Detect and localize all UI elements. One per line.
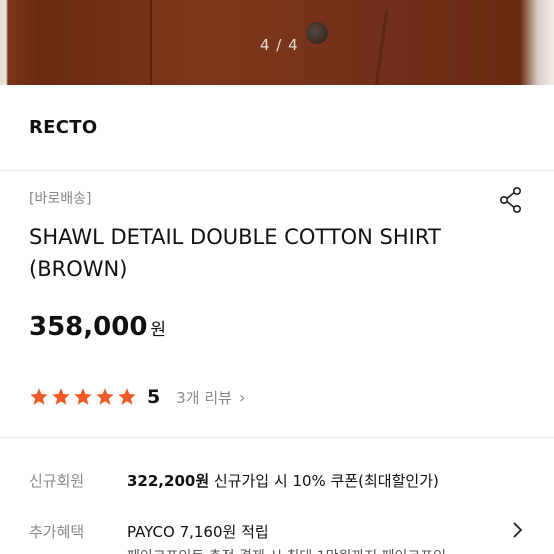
shirt-fold <box>150 0 152 85</box>
benefit-row-new-member: 신규회원 322,200원 신규가입 시 10% 쿠폰(최대할인가) <box>29 470 439 491</box>
delivery-tag: [바로배송] <box>29 191 92 207</box>
benefit-row-extra[interactable]: 추가혜택 PAYCO 7,160원 적립 <box>29 521 269 542</box>
review-link[interactable]: 3개 리뷰 › <box>176 387 245 408</box>
benefit-subtext: 페이코포인트 충전 결제 시 최대 1만원까지 페이코포인 <box>127 546 446 554</box>
benefit-value: 322,200원 신규가입 시 10% 쿠폰(최대할인가) <box>127 470 439 491</box>
gallery-counter: 4 / 4 <box>260 36 299 54</box>
review-count: 3개 리뷰 <box>176 388 232 407</box>
price-value: 358,000 <box>29 312 148 342</box>
chevron-right-icon[interactable] <box>510 519 524 541</box>
product-price: 358,000 원 <box>29 312 166 342</box>
shirt-button <box>306 22 328 44</box>
brand-name[interactable]: RECTO <box>29 117 97 138</box>
benefit-detail: 신규가입 시 10% 쿠폰(최대할인가) <box>213 472 439 490</box>
star-icon <box>118 388 136 405</box>
product-image-gallery[interactable]: 4 / 4 <box>0 0 554 85</box>
benefit-label: 추가혜택 <box>29 523 85 541</box>
product-title: SHAWL DETAIL DOUBLE COTTON SHIRT (BROWN) <box>29 225 441 281</box>
share-icon[interactable] <box>498 186 524 214</box>
shirt-fold <box>374 10 389 85</box>
benefit-detail: PAYCO 7,160원 적립 <box>127 523 269 541</box>
brand-row[interactable]: RECTO <box>0 85 554 171</box>
benefit-label: 신규회원 <box>29 472 85 490</box>
star-icon <box>74 388 92 405</box>
rating-row[interactable]: 5 3개 리뷰 › <box>29 385 245 409</box>
rating-score: 5 <box>147 386 161 408</box>
star-icon <box>30 388 48 405</box>
divider <box>0 437 554 438</box>
chevron-right-icon: › <box>238 387 246 407</box>
rating-stars <box>29 387 137 407</box>
price-currency: 원 <box>150 320 167 340</box>
benefit-price: 322,200원 <box>127 472 210 490</box>
star-icon <box>96 388 114 405</box>
star-icon <box>52 388 70 405</box>
